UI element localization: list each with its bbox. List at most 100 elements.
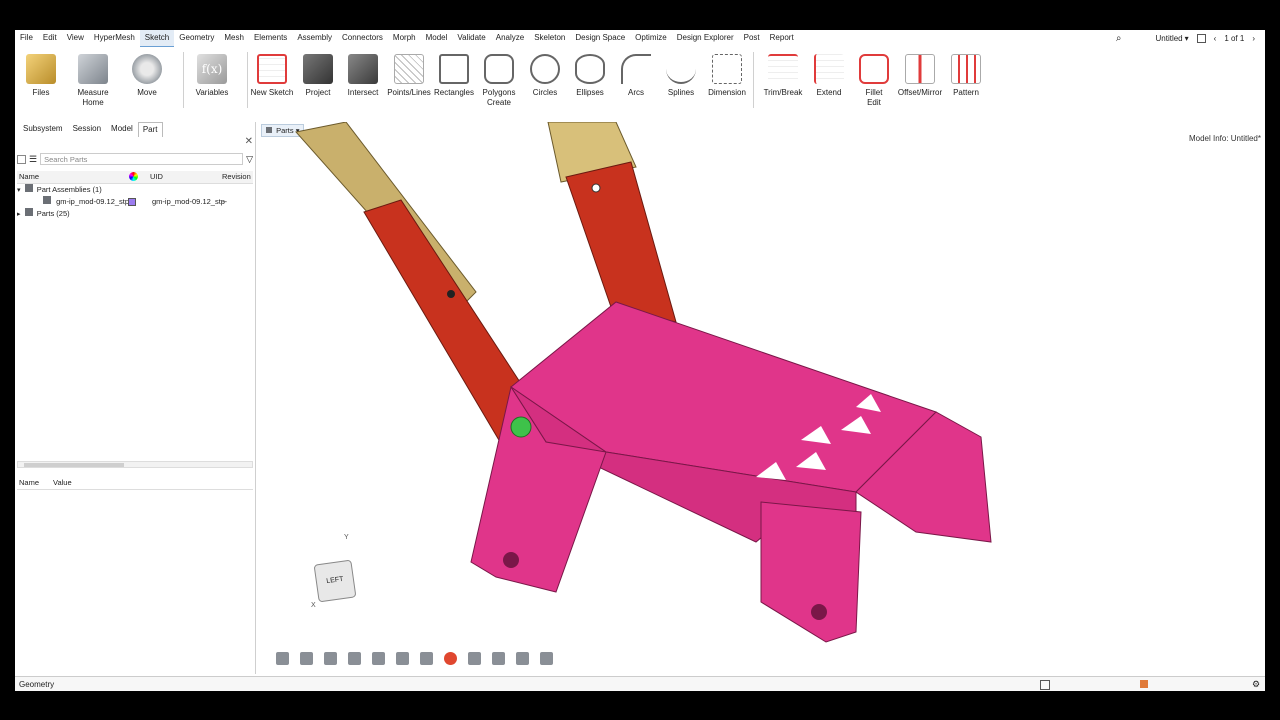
page-prev-icon[interactable]: ‹ bbox=[1214, 34, 1217, 43]
axis-icon[interactable] bbox=[468, 652, 481, 665]
dimension-button[interactable]: Dimension bbox=[702, 48, 752, 98]
tree-row-model[interactable]: gm-ip_mod-09.12_stp bbox=[43, 196, 129, 208]
camera-icon[interactable] bbox=[372, 652, 385, 665]
tree-row-parts[interactable]: ▸ Parts (25) bbox=[17, 208, 70, 220]
new-sketch-button[interactable]: New Sketch bbox=[247, 48, 297, 98]
no-entry-icon[interactable] bbox=[444, 652, 457, 665]
new-sketch-icon bbox=[257, 54, 287, 84]
graphics-viewport[interactable]: Parts ▾ ⋯ Model Info: Untitled* bbox=[256, 122, 1265, 674]
fit-view-icon[interactable] bbox=[324, 652, 337, 665]
circles-button[interactable]: Circles bbox=[520, 48, 570, 98]
offset-mirror-button[interactable]: Offset/Mirror bbox=[895, 48, 945, 98]
zoom-icon[interactable] bbox=[492, 652, 505, 665]
color-wheel-icon[interactable] bbox=[129, 172, 138, 181]
tree-row-part-assemblies[interactable]: ▾ Part Assemblies (1) bbox=[17, 184, 102, 196]
list-view-icon[interactable]: ☰ bbox=[29, 154, 37, 165]
menu-view[interactable]: View bbox=[62, 30, 89, 46]
lock-icon[interactable] bbox=[540, 652, 553, 665]
close-icon[interactable]: ✕ bbox=[245, 136, 253, 147]
shading-icon[interactable] bbox=[420, 652, 433, 665]
tab-model[interactable]: Model bbox=[106, 121, 138, 137]
page-counter: 1 of 1 bbox=[1224, 33, 1245, 43]
collapse-icon[interactable]: ▾ bbox=[17, 187, 21, 194]
tree-header: Name UID Revision bbox=[17, 171, 253, 184]
ellipses-button[interactable]: Ellipses bbox=[565, 48, 615, 98]
tree-row-label: Part Assemblies (1) bbox=[36, 185, 102, 194]
parts-folder-icon bbox=[24, 208, 33, 216]
points-lines-button[interactable]: Points/Lines bbox=[384, 48, 434, 98]
tab-session[interactable]: Session bbox=[68, 121, 106, 137]
window-icon[interactable] bbox=[1196, 33, 1206, 43]
globe-icon[interactable] bbox=[300, 652, 313, 665]
column-name[interactable]: Name bbox=[19, 172, 39, 181]
menu-sketch[interactable]: Sketch bbox=[139, 30, 175, 47]
menu-validate[interactable]: Validate bbox=[452, 30, 490, 46]
menu-assembly[interactable]: Assembly bbox=[292, 30, 337, 46]
menu-geometry[interactable]: Geometry bbox=[174, 30, 219, 46]
filter-icon[interactable]: ▽ bbox=[246, 154, 253, 165]
arcs-button[interactable]: Arcs bbox=[611, 48, 661, 98]
status-tool-icon[interactable] bbox=[1040, 680, 1050, 690]
menu-analyze[interactable]: Analyze bbox=[491, 30, 529, 46]
measure-icon bbox=[78, 54, 108, 84]
menu-file[interactable]: File bbox=[15, 30, 38, 46]
expand-icon[interactable]: ▸ bbox=[17, 211, 21, 218]
transform-icon[interactable] bbox=[396, 652, 409, 665]
status-settings-icon[interactable]: ⚙ bbox=[1252, 677, 1260, 691]
props-column-name: Name bbox=[19, 478, 40, 487]
menu-hypermesh[interactable]: HyperMesh bbox=[89, 30, 140, 46]
session-dropdown[interactable]: Untitled bbox=[1156, 34, 1183, 43]
tree-row-label: gm-ip_mod-09.12_stp bbox=[56, 197, 130, 206]
fillet-edit-button[interactable]: Fillet Edit bbox=[849, 48, 899, 108]
browser-panel: Subsystem Session Model Part ✕ ☰ Search … bbox=[15, 121, 256, 674]
move-button[interactable]: Move bbox=[122, 48, 172, 98]
clip-icon[interactable] bbox=[516, 652, 529, 665]
column-uid[interactable]: UID bbox=[150, 172, 163, 181]
menu-connectors[interactable]: Connectors bbox=[337, 30, 388, 46]
tree-row-revision: -- bbox=[222, 197, 227, 206]
files-button[interactable]: Files bbox=[16, 48, 66, 98]
scrollbar-thumb[interactable] bbox=[24, 463, 124, 467]
page-next-icon[interactable]: › bbox=[1252, 34, 1255, 43]
search-input[interactable]: Search Parts bbox=[40, 153, 244, 165]
view-toolbar bbox=[276, 652, 553, 665]
tab-part[interactable]: Part bbox=[137, 121, 163, 137]
ellipses-icon bbox=[575, 54, 605, 84]
trim-break-button[interactable]: Trim/Break bbox=[758, 48, 808, 98]
horizontal-scrollbar[interactable] bbox=[17, 461, 253, 468]
intersect-button[interactable]: Intersect bbox=[338, 48, 388, 98]
menu-design-space[interactable]: Design Space bbox=[570, 30, 630, 46]
pattern-button[interactable]: Pattern bbox=[941, 48, 991, 98]
menu-post[interactable]: Post bbox=[739, 30, 765, 46]
rectangles-icon bbox=[439, 54, 469, 84]
variables-button[interactable]: f(x) Variables bbox=[187, 48, 237, 98]
extend-button[interactable]: Extend bbox=[804, 48, 854, 98]
menu-design-explorer[interactable]: Design Explorer bbox=[672, 30, 739, 46]
menu-elements[interactable]: Elements bbox=[249, 30, 292, 46]
rotate-icon[interactable] bbox=[276, 652, 289, 665]
tab-subsystem[interactable]: Subsystem bbox=[18, 121, 68, 137]
measure-button[interactable]: Measure Home bbox=[68, 48, 118, 108]
polygons-button[interactable]: Polygons Create bbox=[474, 48, 524, 108]
column-revision[interactable]: Revision bbox=[222, 172, 251, 181]
menu-mesh[interactable]: Mesh bbox=[219, 30, 249, 46]
menu-skeleton[interactable]: Skeleton bbox=[529, 30, 570, 46]
part-color-swatch[interactable] bbox=[128, 198, 136, 206]
menu-optimize[interactable]: Optimize bbox=[630, 30, 672, 46]
chevron-down-icon[interactable]: ▾ bbox=[1185, 34, 1189, 43]
properties-header: Name Value bbox=[17, 477, 253, 490]
status-brush-icon[interactable] bbox=[1140, 680, 1148, 688]
pan-icon[interactable] bbox=[348, 652, 361, 665]
view-cube[interactable]: LEFT bbox=[313, 559, 357, 603]
menu-report[interactable]: Report bbox=[765, 30, 799, 46]
menu-model[interactable]: Model bbox=[421, 30, 453, 46]
right-leg bbox=[760, 501, 862, 643]
search-icon[interactable]: ⌕ bbox=[1116, 33, 1122, 44]
select-all-checkbox[interactable] bbox=[17, 154, 26, 164]
splines-button[interactable]: Splines bbox=[656, 48, 706, 98]
project-button[interactable]: Project bbox=[293, 48, 343, 98]
3d-model[interactable] bbox=[256, 122, 1265, 674]
rectangles-button[interactable]: Rectangles bbox=[429, 48, 479, 98]
menu-edit[interactable]: Edit bbox=[38, 30, 62, 46]
menu-morph[interactable]: Morph bbox=[388, 30, 421, 46]
